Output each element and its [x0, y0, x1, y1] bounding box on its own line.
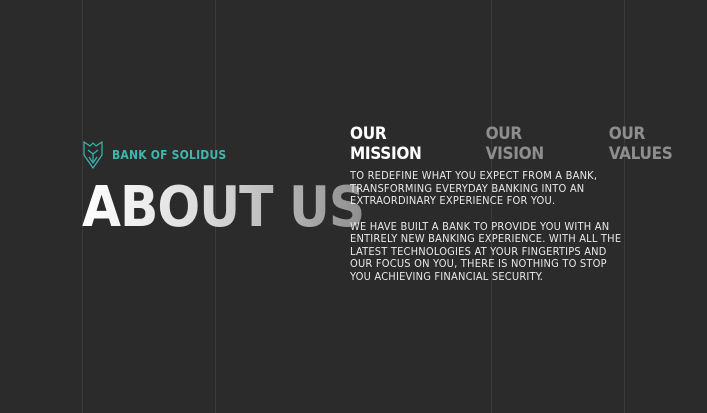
- mission-paragraph: TO REDEFINE WHAT YOU EXPECT FROM A BANK,…: [350, 169, 598, 207]
- tab-our-values[interactable]: OUR VALUES: [609, 124, 707, 164]
- tab-our-mission[interactable]: OUR MISSION: [350, 124, 456, 164]
- page-title: ABOUT US: [82, 175, 365, 240]
- brand[interactable]: BANK OF SOLIDUS: [82, 140, 226, 170]
- mission-content: TO REDEFINE WHAT YOU EXPECT FROM A BANK,…: [350, 169, 630, 296]
- brand-name: BANK OF SOLIDUS: [112, 148, 227, 162]
- mission-paragraph: WE HAVE BUILT A BANK TO PROVIDE YOU WITH…: [350, 219, 622, 283]
- tab-our-vision[interactable]: OUR VISION: [486, 124, 579, 164]
- tab-bar: OUR MISSION OUR VISION OUR VALUES: [350, 124, 707, 164]
- lion-shield-icon: [83, 141, 103, 169]
